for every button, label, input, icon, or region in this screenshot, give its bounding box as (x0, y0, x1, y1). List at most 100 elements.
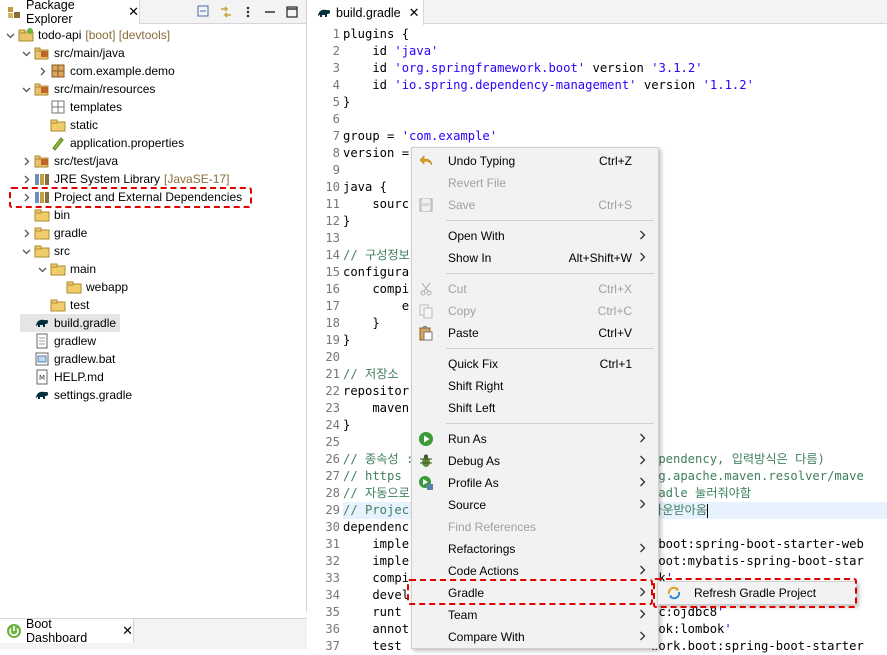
menu-separator (446, 348, 654, 349)
editor-tab-build-gradle[interactable]: build.gradle ✕ (310, 0, 424, 25)
menu-item-show-in[interactable]: Show In Alt+Shift+W (412, 247, 658, 269)
menu-item-source[interactable]: Source (412, 494, 658, 516)
collapse-all-icon[interactable] (196, 4, 212, 20)
tree-item[interactable]: Project and External Dependencies (20, 188, 242, 206)
tree-item[interactable]: src/test/java (20, 152, 118, 170)
menu-item-debug-as[interactable]: Debug As (412, 450, 658, 472)
menu-item-gradle[interactable]: Gradle (412, 582, 658, 604)
menu-item-save[interactable]: Save Ctrl+S (412, 194, 658, 216)
close-icon[interactable]: ✕ (128, 4, 139, 20)
chevron-right-icon (639, 229, 646, 243)
menu-item-label: Debug As (448, 454, 501, 468)
folder-icon (34, 207, 50, 223)
package-explorer-tab[interactable]: Package Explorer ✕ (0, 0, 140, 26)
chevron-right-icon (639, 251, 646, 265)
tree-item[interactable]: static (36, 116, 98, 134)
maximize-icon[interactable] (284, 4, 300, 20)
expand-twisty-icon[interactable] (36, 260, 48, 278)
tree-item[interactable]: todo-api [boot] [devtools] (4, 26, 170, 44)
menu-item-run-as[interactable]: Run As (412, 428, 658, 450)
expand-twisty-icon[interactable] (20, 80, 32, 98)
gradle-file-icon (34, 387, 50, 403)
menu-item-shift-right[interactable]: Shift Right (412, 375, 658, 397)
menu-item-shortcut: Ctrl+C (597, 304, 632, 318)
menu-item-paste[interactable]: Paste Ctrl+V (412, 322, 658, 344)
code-line-fragment: 다운받아옴 (651, 503, 709, 518)
menu-item-compare-with[interactable]: Compare With (412, 626, 658, 648)
tree-item[interactable]: src (20, 242, 70, 260)
collapse-twisty-icon[interactable] (20, 152, 32, 170)
tree-item[interactable]: webapp (52, 278, 128, 296)
minimize-icon[interactable] (262, 4, 278, 20)
link-with-editor-icon[interactable] (218, 4, 234, 20)
close-icon[interactable]: ✕ (122, 623, 133, 639)
menu-item-shift-left[interactable]: Shift Left (412, 397, 658, 419)
tree-item[interactable]: settings.gradle (20, 386, 132, 404)
tree-item[interactable]: gradle (20, 224, 87, 242)
menu-item-refactorings[interactable]: Refactorings (412, 538, 658, 560)
line-number: 13 (325, 231, 340, 245)
batch-file-icon (34, 351, 50, 367)
view-menu-icon[interactable] (240, 4, 256, 20)
collapse-twisty-icon[interactable] (20, 224, 32, 242)
menu-item-shortcut: Ctrl+S (598, 198, 632, 212)
tree-item[interactable]: templates (36, 98, 122, 116)
menu-item-label: Compare With (448, 630, 525, 644)
boot-dashboard-tab[interactable]: Boot Dashboard ✕ (0, 617, 134, 645)
tree-item[interactable]: gradlew.bat (20, 350, 115, 368)
menu-item-open-with[interactable]: Open With (412, 225, 658, 247)
folder-icon (66, 279, 82, 295)
code-line: annot (343, 622, 410, 636)
editor-tab-title: build.gradle (336, 5, 401, 20)
code-line: // https (343, 469, 402, 483)
tree-item[interactable]: com.example.demo (36, 62, 175, 80)
line-number: 18 (325, 316, 340, 330)
code-line: // 구성정보 (343, 248, 410, 262)
tree-item[interactable]: gradlew (20, 332, 96, 350)
line-number: 2 (332, 44, 340, 58)
collapse-twisty-icon[interactable] (20, 188, 32, 206)
gradle-file-icon (34, 315, 50, 331)
source-folder-icon (34, 81, 50, 97)
refresh-gradle-project-item[interactable]: Refresh Gradle Project (694, 586, 816, 600)
menu-item-cut[interactable]: Cut Ctrl+X (412, 278, 658, 300)
tree-item-label: com.example.demo (70, 64, 175, 78)
menu-item-team[interactable]: Team (412, 604, 658, 626)
menu-item-find-references[interactable]: Find References (412, 516, 658, 538)
tree-item[interactable]: application.properties (36, 134, 184, 152)
menu-item-label: Undo Typing (448, 154, 516, 168)
tree-item[interactable]: src/main/resources (20, 80, 155, 98)
menu-item-label: Revert File (448, 176, 507, 190)
menu-item-revert-file[interactable]: Revert File (412, 172, 658, 194)
menu-item-code-actions[interactable]: Code Actions (412, 560, 658, 582)
expand-twisty-icon[interactable] (20, 242, 32, 260)
chevron-right-icon (639, 630, 646, 644)
expand-twisty-icon[interactable] (4, 26, 16, 44)
menu-item-profile-as[interactable]: Profile As (412, 472, 658, 494)
close-icon[interactable]: ✕ (409, 5, 420, 21)
tree-item[interactable]: M HELP.md (20, 368, 104, 386)
menu-item-undo-typing[interactable]: Undo Typing Ctrl+Z (412, 150, 658, 172)
menu-item-quick-fix[interactable]: Quick Fix Ctrl+1 (412, 353, 658, 375)
code-line: compi (343, 282, 410, 296)
tree-item[interactable]: main (36, 260, 96, 278)
code-line-fragment: oc:ojdbc8' (651, 605, 725, 619)
line-number: 34 (325, 588, 340, 602)
menu-item-copy[interactable]: Copy Ctrl+C (412, 300, 658, 322)
collapse-twisty-icon[interactable] (36, 62, 48, 80)
collapse-twisty-icon[interactable] (20, 170, 32, 188)
svg-text:M: M (39, 374, 45, 382)
tree-item[interactable]: JRE System Library [JavaSE-17] (20, 170, 229, 188)
tree-item[interactable]: src/main/java (20, 44, 125, 62)
tree-item[interactable]: bin (20, 206, 70, 224)
editor-tabbar: build.gradle ✕ (310, 0, 887, 25)
tree-item[interactable]: build.gradle (20, 314, 121, 332)
expand-twisty-icon[interactable] (20, 44, 32, 62)
tree-item[interactable]: test (36, 296, 89, 314)
line-number: 25 (325, 435, 340, 449)
menu-item-label: Profile As (448, 476, 499, 490)
code-line: maven (343, 401, 410, 415)
tree-item-label: HELP.md (54, 370, 104, 384)
markdown-file-icon: M (34, 369, 50, 385)
